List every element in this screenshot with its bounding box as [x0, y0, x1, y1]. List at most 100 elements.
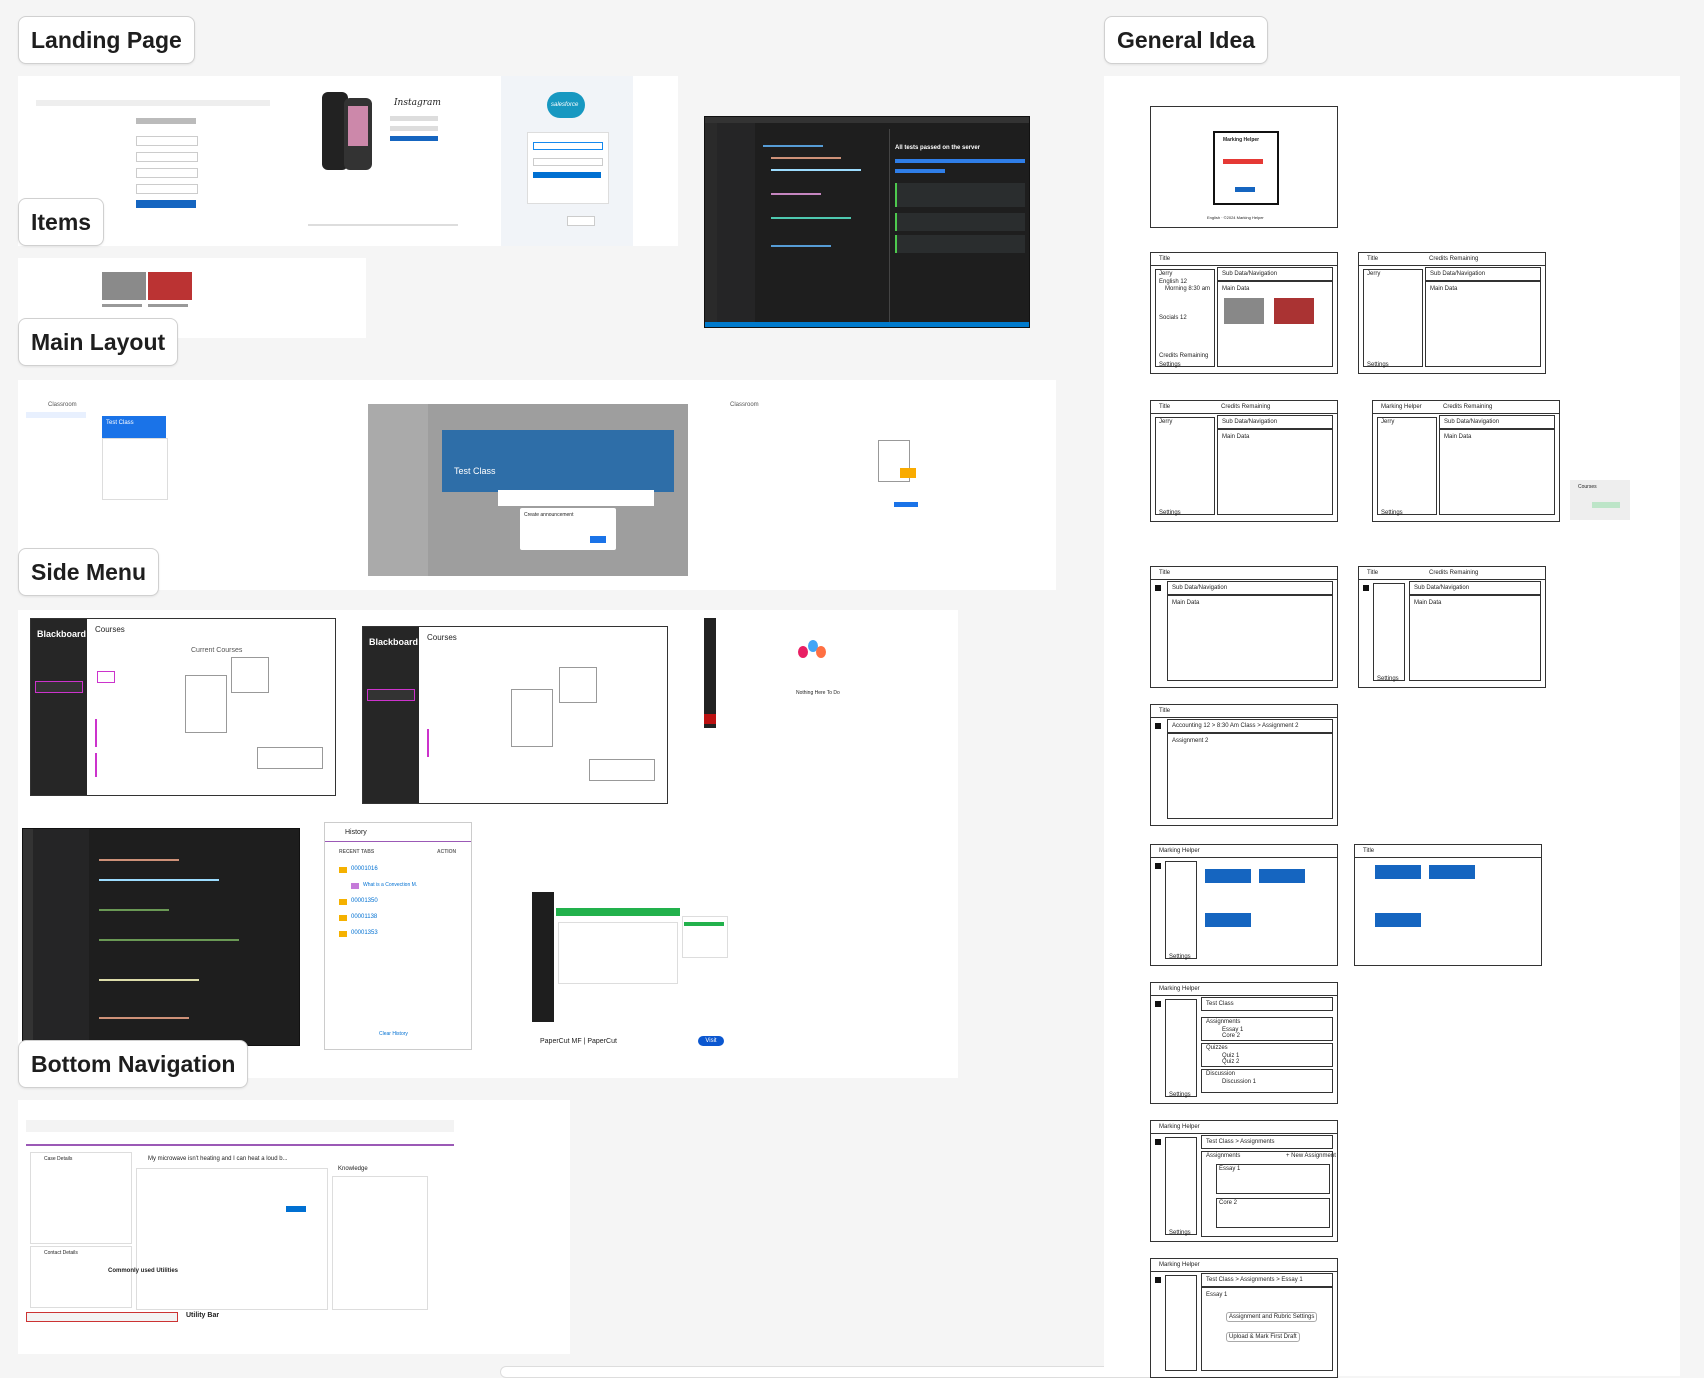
wf-item[interactable]: Core 2: [1219, 1200, 1237, 1206]
contact-details: Contact Details: [44, 1250, 78, 1256]
wf-tree-item: Morning 8:30 am: [1165, 286, 1211, 292]
main-layout-frame: Classroom Test Class Test Class Create a…: [18, 380, 1056, 590]
wf-main-data-2: Title Credits Remaining Jerry Settings S…: [1358, 252, 1546, 374]
salesforce-login: salesforce: [501, 76, 633, 246]
history-item[interactable]: 00001350: [351, 898, 378, 904]
wf-class-title: Test Class: [1206, 1001, 1234, 1007]
wf-sub-nav: Sub Data/Navigation: [1172, 585, 1228, 591]
wf-settings[interactable]: Settings: [1169, 1092, 1191, 1098]
wf-tree-item: Jerry: [1381, 419, 1395, 425]
wf-item[interactable]: Discussion 1: [1222, 1079, 1256, 1085]
wf-group[interactable]: Quizzes: [1206, 1045, 1228, 1051]
wf-settings[interactable]: Settings: [1377, 676, 1399, 682]
wf-essay: Marking Helper Test Class > Assignments …: [1150, 1258, 1338, 1378]
wf-tree-item: Jerry: [1367, 271, 1381, 277]
classroom-announcement-screenshot: Test Class Create announcement: [368, 404, 688, 576]
wf-upload-button[interactable]: Upload & Mark First Draft: [1226, 1332, 1300, 1342]
papercut-caption: PaperCut MF | PaperCut: [540, 1038, 617, 1045]
wf-breadcrumb[interactable]: Accounting 12 > 8:30 Am Class > Assignme…: [1172, 723, 1298, 729]
general-idea-label[interactable]: General Idea: [1104, 16, 1269, 64]
wf-settings[interactable]: Settings: [1159, 362, 1181, 368]
bottom-navigation-frame: Case Details Contact Details My microwav…: [18, 1100, 570, 1354]
wf-sub-nav: Sub Data/Navigation: [1414, 585, 1470, 591]
wf-settings[interactable]: Settings: [1381, 510, 1403, 516]
wf-breadcrumb[interactable]: Test Class > Assignments: [1206, 1139, 1275, 1145]
visit-button[interactable]: Visit: [698, 1036, 724, 1046]
wf-title: Title: [1159, 708, 1171, 714]
wf-credits: Credits Remaining: [1429, 256, 1479, 262]
main-layout-label[interactable]: Main Layout: [18, 318, 179, 366]
wf-main-data: Main Data: [1430, 286, 1458, 292]
nothing-here: Nothing Here To Do: [796, 690, 840, 696]
wf-title: Title: [1159, 570, 1171, 576]
clear-history-link[interactable]: Clear History: [379, 1031, 408, 1037]
wf-tree-item: Jerry: [1159, 419, 1173, 425]
blackboard-courses-2: Blackboard Courses: [362, 626, 668, 804]
wf-rubric-button[interactable]: Assignment and Rubric Settings: [1226, 1312, 1318, 1322]
history-item[interactable]: 00001016: [351, 866, 378, 872]
utility-bar-label: Utility Bar: [186, 1312, 220, 1319]
wf-sub-nav: Sub Data/Navigation: [1430, 271, 1486, 277]
classroom-empty-screenshot: Classroom: [708, 400, 1048, 570]
phone-mockup: [318, 90, 378, 174]
wf-collapsed-2: Title Credits Remaining Settings Sub Dat…: [1358, 566, 1546, 688]
wf-tree-item: English 12: [1159, 279, 1188, 285]
wf-new-assignment[interactable]: + New Assignment: [1286, 1153, 1336, 1159]
wf-item[interactable]: Essay 1: [1219, 1166, 1240, 1172]
wf-tree-item: Jerry: [1159, 271, 1173, 277]
wf-credits: Credits Remaining: [1429, 570, 1479, 576]
wf-marking-helper: Marking Helper: [1223, 137, 1260, 143]
bottom-navigation-label[interactable]: Bottom Navigation: [18, 1040, 249, 1088]
wf-main-data: Main Data: [1222, 434, 1250, 440]
history-item[interactable]: 00001138: [351, 914, 377, 920]
history-title: History: [345, 829, 367, 836]
wf-footer: English · ©2024 Marking Helper: [1207, 215, 1264, 220]
test-class-card[interactable]: Test Class: [106, 420, 134, 426]
wf-settings[interactable]: Settings: [1367, 362, 1389, 368]
wf-assignments-list: Marking Helper Settings Test Class > Ass…: [1150, 1120, 1338, 1242]
wf-assignment-2: Title Accounting 12 > 8:30 Am Class > As…: [1150, 704, 1338, 826]
wf-sub-nav: Sub Data/Navigation: [1444, 419, 1500, 425]
salesforce-console-screenshot: Case Details Contact Details My microwav…: [26, 1120, 454, 1324]
wf-main-data: Main Data: [1414, 600, 1442, 606]
wf-main-data: Main Data: [1222, 286, 1250, 292]
wf-item[interactable]: Quiz 2: [1222, 1059, 1239, 1065]
wf-assignment-title: Assignment 2: [1172, 738, 1209, 744]
recent-tabs-header: RECENT TABS: [339, 849, 375, 855]
wf-settings[interactable]: Settings: [1169, 954, 1191, 960]
general-idea-frame: Marking Helper English · ©2024 Marking H…: [1104, 76, 1680, 1378]
papercut-screenshot: [532, 892, 728, 1032]
classroom-nothing-screenshot: Nothing Here To Do: [704, 618, 940, 738]
classroom-title: Classroom: [48, 402, 77, 408]
classroom-title-3: Classroom: [730, 402, 759, 408]
wf-item[interactable]: Core 2: [1222, 1033, 1240, 1039]
case-title: My microwave isn't heating and I can hea…: [148, 1156, 288, 1162]
wf-group[interactable]: Discussion: [1206, 1071, 1235, 1077]
action-header: ACTION: [437, 849, 457, 855]
create-announcement: Create announcement: [524, 512, 574, 518]
wf-title: Title: [1159, 256, 1171, 262]
vscode-editor-screenshot: [22, 828, 300, 1046]
landing-page-label[interactable]: Landing Page: [18, 16, 195, 64]
wf-breadcrumb[interactable]: Test Class > Assignments > Essay 1: [1206, 1277, 1303, 1283]
wf-settings[interactable]: Settings: [1159, 510, 1181, 516]
wf-app-title: Marking Helper: [1159, 1124, 1200, 1130]
wf-main-data: Main Data: [1444, 434, 1472, 440]
wf-main-data-1: Title Jerry English 12 Morning 8:30 am S…: [1150, 252, 1338, 374]
wf-settings[interactable]: Settings: [1169, 1230, 1191, 1236]
knowledge-heading: Knowledge: [338, 1166, 368, 1172]
history-item[interactable]: What is a Convection M.: [363, 882, 417, 888]
case-details: Case Details: [44, 1156, 73, 1162]
items-label[interactable]: Items: [18, 198, 105, 246]
wf-app-title: Marking Helper: [1159, 986, 1200, 992]
side-menu-label[interactable]: Side Menu: [18, 548, 160, 596]
wf-credits: Credits Remaining: [1159, 353, 1209, 359]
wf-group[interactable]: Assignments: [1206, 1019, 1240, 1025]
wf-title: Title: [1363, 848, 1375, 854]
history-panel: History RECENT TABS ACTION 00001016 What…: [324, 822, 472, 1050]
history-item[interactable]: 00001353: [351, 930, 378, 936]
wf-group: Assignments: [1206, 1153, 1241, 1159]
wf-class-cards-1: Marking Helper Settings: [1150, 844, 1338, 966]
courses-heading-2: Courses: [427, 633, 457, 642]
current-courses[interactable]: Current Courses: [191, 647, 242, 654]
